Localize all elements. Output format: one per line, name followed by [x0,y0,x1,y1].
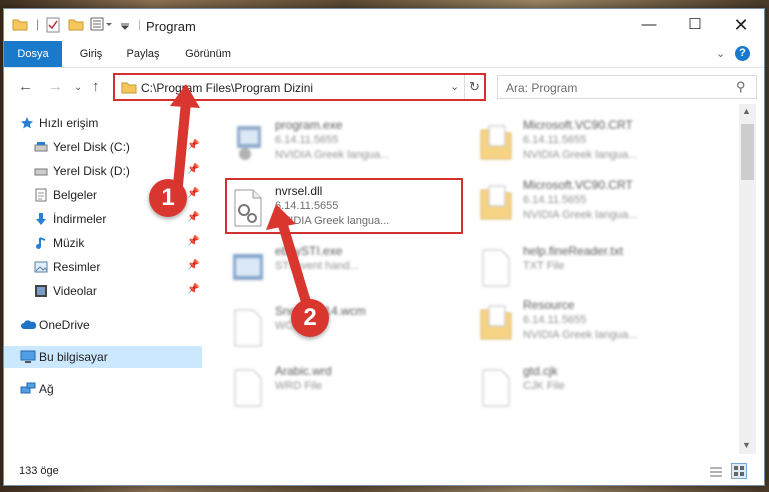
arrow-1-head [170,84,200,108]
callout-badge-1: 1 [149,179,187,217]
arrow-2 [277,217,311,307]
callout-badge-2: 2 [291,299,329,337]
arrow-2-head [266,204,296,230]
arrow-1 [173,97,191,190]
annotation-arrows [170,84,311,307]
